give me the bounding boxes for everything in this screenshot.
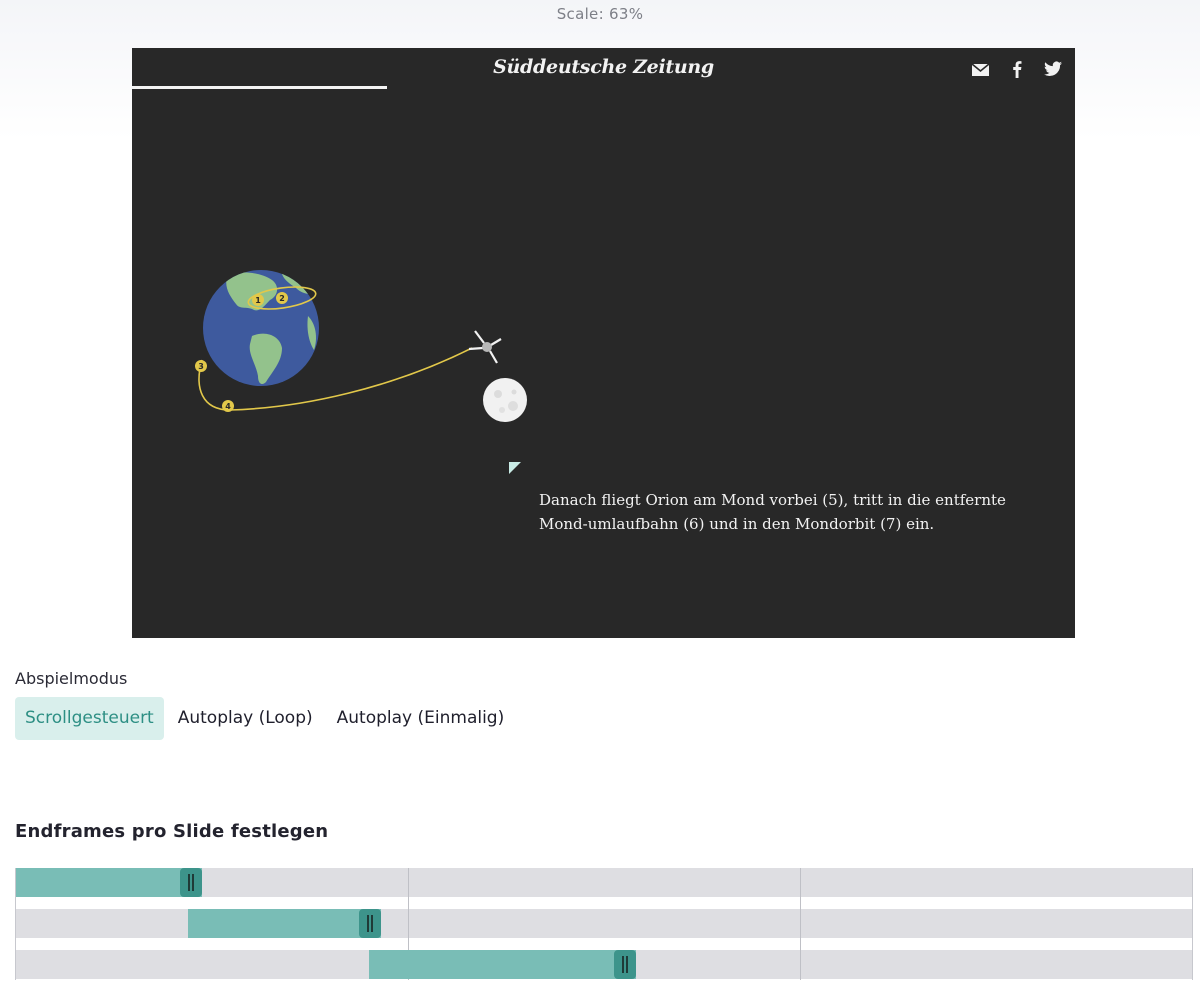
endframes-title: Endframes pro Slide festlegen	[15, 821, 329, 842]
play-mode-label: Abspielmodus	[15, 669, 128, 688]
slide-range-bar[interactable]	[368, 950, 636, 979]
endframe-handle[interactable]	[613, 950, 636, 979]
caption-marker-icon	[509, 462, 521, 474]
svg-text:1: 1	[255, 296, 261, 305]
svg-text:2: 2	[279, 294, 285, 303]
scale-label: Scale: 63%	[556, 5, 644, 23]
play-mode-options: Scrollgesteuert Autoplay (Loop) Autoplay…	[15, 697, 514, 740]
mode-autoplay-once-button[interactable]: Autoplay (Einmalig)	[327, 697, 515, 740]
slide-caption: Danach fliegt Orion am Mond vorbei (5), …	[539, 491, 1006, 533]
story-preview: Süddeutsche Zeitung 1 2 3 4 Danach flieg…	[132, 48, 1075, 638]
endframes-timeline	[15, 868, 1193, 980]
orion-spacecraft-icon	[468, 330, 502, 364]
svg-text:3: 3	[198, 362, 204, 371]
svg-text:4: 4	[225, 402, 231, 411]
orbit-point-4: 4	[222, 400, 234, 412]
endframe-handle[interactable]	[179, 868, 202, 897]
slide-range-bar[interactable]	[187, 909, 381, 938]
mode-autoplay-loop-button[interactable]: Autoplay (Loop)	[168, 697, 323, 740]
slide-range-bar[interactable]	[16, 868, 202, 897]
orbit-point-1: 1	[252, 294, 264, 306]
endframe-handle[interactable]	[358, 909, 381, 938]
orbit-point-2: 2	[276, 292, 288, 304]
timeline-divider	[800, 868, 801, 980]
orbit-scene: 1 2 3 4	[195, 270, 527, 474]
moon	[483, 378, 527, 422]
orbit-point-3: 3	[195, 360, 207, 372]
mode-scroll-button[interactable]: Scrollgesteuert	[15, 697, 164, 740]
